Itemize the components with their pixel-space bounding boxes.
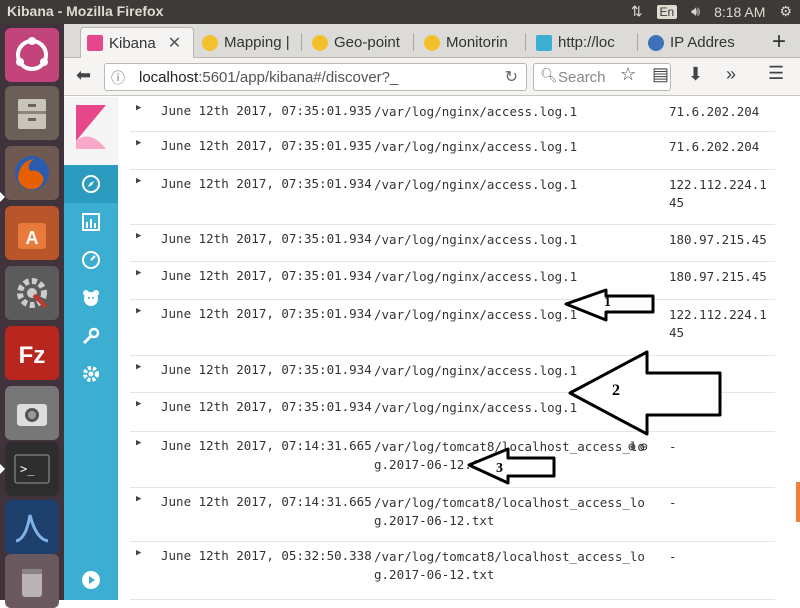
annotation-arrow-3 [467, 447, 556, 485]
annotation-arrows: 1 2 3 [467, 288, 722, 485]
annotation-label-3: 3 [496, 461, 503, 476]
annotation-label-2: 2 [612, 382, 620, 399]
annotation-arrow-2 [568, 350, 722, 436]
annotation-label-1: 1 [604, 295, 611, 310]
